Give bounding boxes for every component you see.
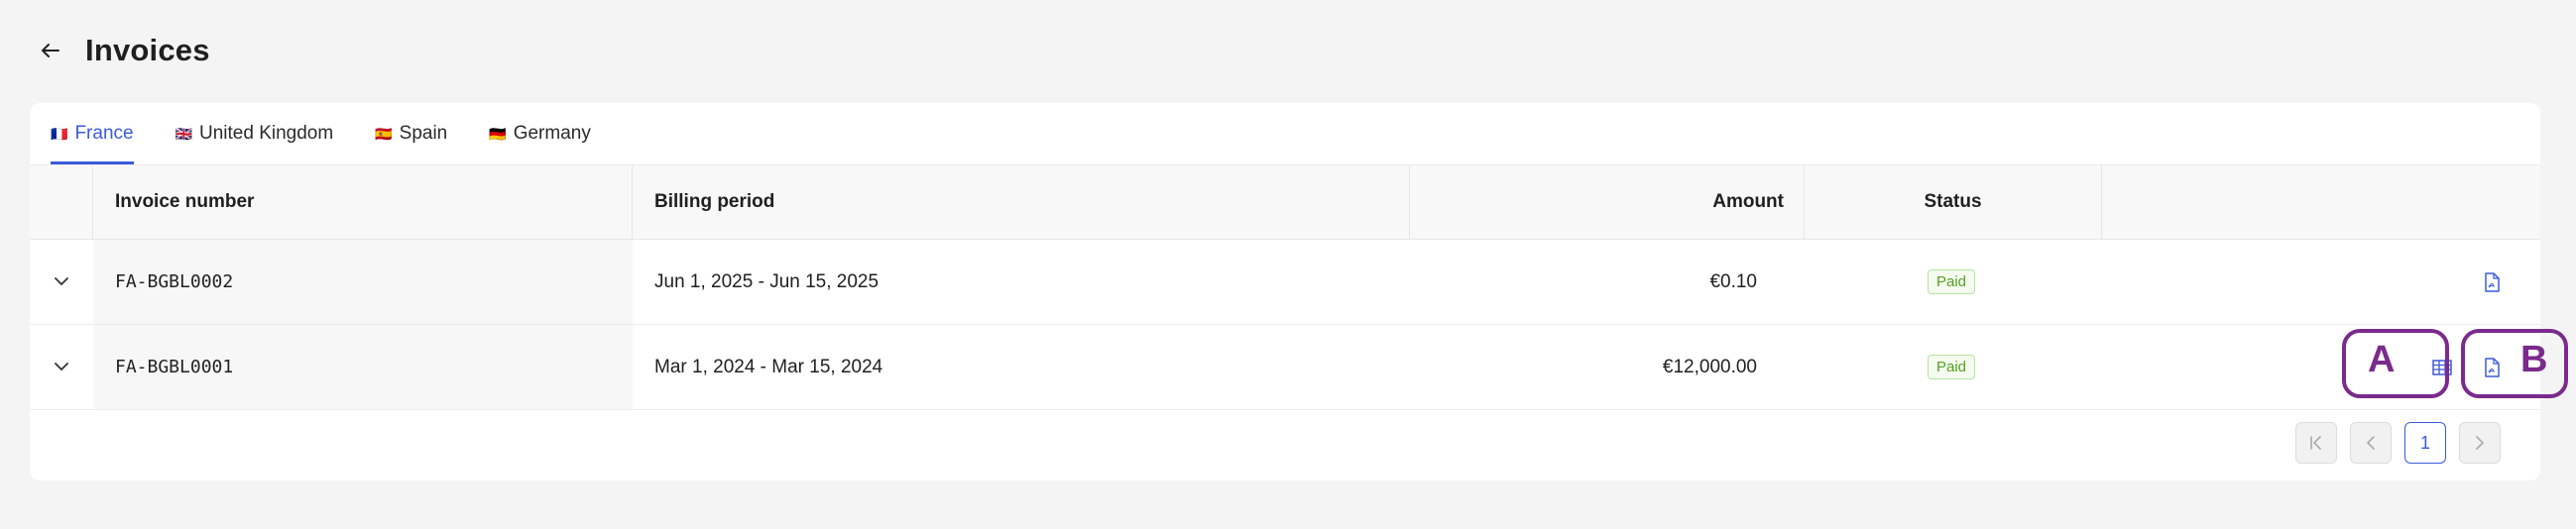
tab-united-kingdom[interactable]: 🇬🇧 United Kingdom <box>176 103 334 164</box>
spain-flag-icon: 🇪🇸 <box>375 125 393 142</box>
status-cell: Paid <box>1803 325 2100 409</box>
page-number-button[interactable]: 1 <box>2404 422 2446 464</box>
france-flag-icon: 🇫🇷 <box>51 125 68 142</box>
tab-germany[interactable]: 🇩🇪 Germany <box>489 103 591 164</box>
chevron-down-icon[interactable] <box>30 240 93 324</box>
tab-label: United Kingdom <box>199 123 334 144</box>
expand-column-header <box>30 165 93 239</box>
tab-label: Spain <box>399 123 448 144</box>
back-arrow-icon[interactable] <box>36 36 65 65</box>
table-row: FA-BGBL0001 Mar 1, 2024 - Mar 15, 2024 €… <box>30 325 2540 410</box>
germany-flag-icon: 🇩🇪 <box>489 125 507 142</box>
first-page-icon[interactable] <box>2295 422 2337 464</box>
chevron-down-icon[interactable] <box>30 325 93 409</box>
country-tabs: 🇫🇷 France 🇬🇧 United Kingdom 🇪🇸 Spain 🇩🇪 … <box>30 103 2540 164</box>
column-status: Status <box>1805 165 2102 239</box>
table-header: Invoice number Billing period Amount Sta… <box>30 164 2540 240</box>
invoice-number: FA-BGBL0002 <box>93 240 633 324</box>
invoices-card: 🇫🇷 France 🇬🇧 United Kingdom 🇪🇸 Spain 🇩🇪 … <box>30 103 2540 480</box>
table-row: FA-BGBL0002 Jun 1, 2025 - Jun 15, 2025 €… <box>30 240 2540 325</box>
pagination: 1 <box>2295 422 2501 464</box>
status-badge: Paid <box>1927 269 1976 294</box>
column-billing-period: Billing period <box>633 165 1410 239</box>
invoices-table: Invoice number Billing period Amount Sta… <box>30 164 2540 410</box>
status-badge: Paid <box>1927 355 1976 379</box>
annotation-box-a <box>2342 329 2449 398</box>
annotation-box-b <box>2461 329 2568 398</box>
tab-label: Germany <box>513 123 591 144</box>
invoice-number: FA-BGBL0001 <box>93 325 633 409</box>
column-amount: Amount <box>1410 165 1805 239</box>
page-header: Invoices <box>36 28 210 73</box>
next-page-icon[interactable] <box>2459 422 2501 464</box>
billing-period: Mar 1, 2024 - Mar 15, 2024 <box>654 356 883 377</box>
status-cell: Paid <box>1803 240 2100 324</box>
tab-label: France <box>74 123 134 144</box>
column-invoice-number: Invoice number <box>93 165 633 239</box>
billing-period: Jun 1, 2025 - Jun 15, 2025 <box>654 270 879 292</box>
amount: €12,000.00 <box>1662 356 1757 377</box>
tab-france[interactable]: 🇫🇷 France <box>51 103 134 164</box>
annotation-label-a: A <box>2368 339 2396 380</box>
amount: €0.10 <box>1709 270 1757 292</box>
page-title: Invoices <box>85 33 210 67</box>
uk-flag-icon: 🇬🇧 <box>175 125 193 142</box>
previous-page-icon[interactable] <box>2350 422 2392 464</box>
tab-spain[interactable]: 🇪🇸 Spain <box>375 103 447 164</box>
annotation-label-b: B <box>2520 339 2548 380</box>
pdf-download-icon[interactable] <box>2477 267 2507 297</box>
